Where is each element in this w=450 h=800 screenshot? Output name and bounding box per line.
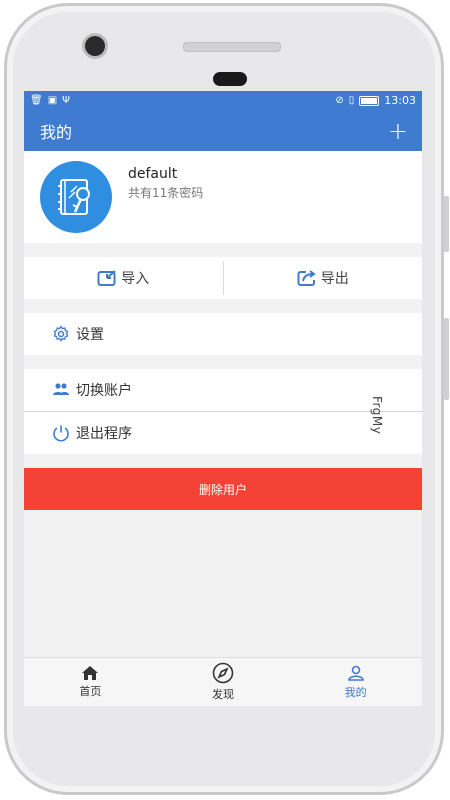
nav-home-label: 首页: [79, 685, 102, 698]
settings-card: 设置: [24, 313, 422, 355]
import-label: 导入: [121, 271, 150, 287]
nav-mine-label: 我的: [344, 686, 367, 699]
password-count: 共有11条密码: [128, 185, 204, 200]
usb-icon: Ψ: [62, 94, 71, 106]
export-label: 导出: [320, 271, 349, 287]
proximity-sensor: [213, 72, 247, 86]
watermark-text: FrgMy: [370, 396, 384, 435]
switch-account-item[interactable]: 切换账户: [24, 369, 422, 411]
profile-card: default 共有11条密码: [24, 151, 422, 243]
battery-icon: [359, 95, 380, 106]
import-button[interactable]: 导入: [24, 268, 223, 288]
settings-label: 设置: [76, 327, 104, 343]
home-icon: [82, 666, 99, 680]
app-bar: 我的 +: [24, 110, 422, 151]
switch-account-label: 切换账户: [76, 383, 132, 399]
import-export-row: 导入 导出: [24, 257, 422, 299]
bottom-nav: 首页 发现 我的: [24, 657, 422, 706]
power-button: [444, 318, 449, 400]
power-icon: [53, 425, 69, 442]
delete-user-button[interactable]: 删除用户: [24, 468, 422, 510]
nav-mine[interactable]: 我的: [289, 658, 422, 706]
exit-item[interactable]: 退出程序: [24, 412, 422, 454]
status-bar: 🗑 ▣ Ψ ⊘ ▯ 13:03: [24, 91, 422, 110]
users-icon: [53, 383, 69, 395]
image-icon: ▣: [47, 94, 58, 106]
volume-button: [444, 196, 449, 252]
export-icon: [297, 270, 316, 286]
screen: 🗑 ▣ Ψ ⊘ ▯ 13:03 我的 + default 共有11条密码 导入 …: [24, 91, 422, 706]
nav-home[interactable]: 首页: [24, 658, 157, 706]
nav-discover[interactable]: 发现: [157, 658, 290, 706]
user-icon: [347, 665, 364, 681]
export-button[interactable]: 导出: [224, 268, 423, 288]
gear-icon: [53, 325, 69, 342]
password-book-icon: [58, 179, 90, 215]
no-sim-icon: ⊘: [335, 94, 344, 106]
compass-icon: [212, 662, 234, 684]
sim-icon: ▯: [348, 94, 355, 106]
status-time: 13:03: [384, 94, 416, 107]
nav-discover-label: 发现: [212, 688, 234, 701]
avatar[interactable]: [40, 161, 112, 233]
add-button[interactable]: +: [388, 119, 408, 143]
earpiece-speaker: [183, 42, 281, 52]
account-card: 切换账户 退出程序: [24, 369, 422, 454]
exit-label: 退出程序: [76, 426, 132, 442]
username: default: [128, 165, 178, 182]
settings-item[interactable]: 设置: [24, 313, 422, 355]
trash-icon: 🗑: [30, 94, 43, 106]
import-icon: [97, 270, 116, 286]
front-camera: [85, 36, 105, 56]
page-title: 我的: [40, 122, 73, 142]
